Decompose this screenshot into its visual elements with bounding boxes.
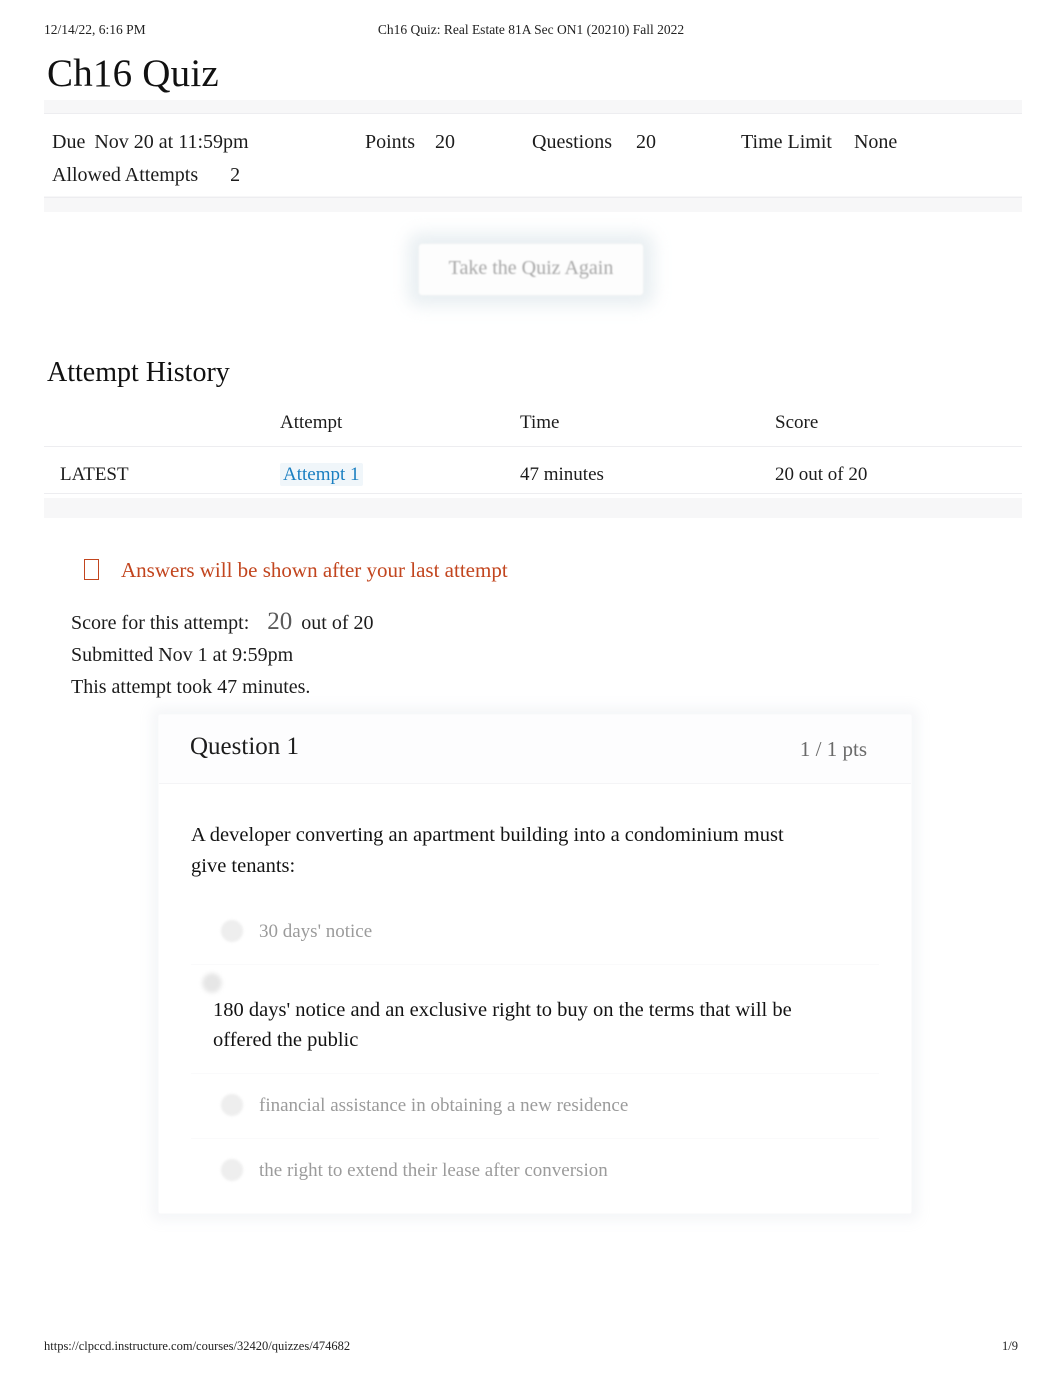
submitted-line: Submitted Nov 1 at 9:59pm — [71, 644, 294, 666]
due-label: Due — [52, 131, 86, 153]
quiz-results-page: 12/14/22, 6:16 PM Ch16 Quiz: Real Estate… — [0, 0, 1062, 1377]
answer-text: financial assistance in obtaining a new … — [259, 1095, 629, 1116]
header-rule-top — [44, 113, 1022, 114]
column-header-attempt: Attempt — [280, 412, 343, 433]
print-url: https://clpccd.instructure.com/courses/3… — [44, 1339, 351, 1353]
attempt-score: 20 out of 20 — [775, 464, 868, 485]
print-doc-title: Ch16 Quiz: Real Estate 81A Sec ON1 (2021… — [377, 22, 685, 37]
attempt-time: 47 minutes — [520, 464, 604, 485]
score-suffix: out of 20 — [301, 612, 374, 634]
answers-notice: Answers will be shown after your last at… — [84, 558, 508, 583]
questions-label: Questions — [532, 131, 612, 153]
question-card: Question 1 1 / 1 pts A developer convert… — [158, 714, 912, 1214]
points-value: 20 — [435, 131, 456, 153]
header-band-bottom — [44, 196, 1022, 212]
quiz-detail-due: Due Nov 20 at 11:59pm — [52, 126, 249, 159]
history-band-bottom — [44, 498, 1022, 518]
radio-icon[interactable] — [221, 1159, 243, 1181]
attempt-history-table: Attempt Time Score LATEST Attempt 1 47 m… — [44, 412, 1022, 504]
question-points: 1 / 1 pts — [799, 737, 867, 761]
question-text: A developer converting an apartment buil… — [191, 824, 784, 877]
warning-icon — [84, 559, 99, 580]
column-header-score: Score — [775, 412, 819, 433]
quiz-detail-questions: Questions 20 — [532, 126, 656, 159]
column-header-kept — [44, 412, 280, 446]
score-summary: Score for this attempt: 20 out of 20 Submi… — [71, 606, 374, 703]
history-rule-bottom — [44, 493, 1022, 494]
answer-option[interactable]: 30 days' notice — [191, 900, 879, 965]
take-quiz-again-button[interactable]: Take the Quiz Again — [417, 243, 645, 296]
question-number: Question 1 — [190, 733, 300, 760]
history-rule-top — [44, 446, 1022, 447]
print-footer: https://clpccd.instructure.com/courses/3… — [0, 1339, 1062, 1357]
print-page-number: 1/9 — [1002, 1339, 1018, 1353]
time-limit-value: None — [853, 131, 898, 153]
quiz-detail-allowed-attempts: Allowed Attempts 2 — [52, 159, 240, 192]
quiz-detail-points: Points 20 — [365, 126, 455, 159]
answer-option-selected[interactable]: 180 days' notice and an exclusive right … — [191, 965, 879, 1074]
quiz-detail-time-limit: Time Limit None — [741, 126, 897, 159]
answer-option[interactable]: financial assistance in obtaining a new … — [191, 1074, 879, 1139]
attempt-cell: Attempt 1 — [280, 446, 520, 504]
allowed-attempts-value: 2 — [230, 164, 241, 186]
answer-text: 30 days' notice — [259, 921, 373, 942]
print-header: 12/14/22, 6:16 PM Ch16 Quiz: Real Estate… — [0, 22, 1062, 42]
page-title: Ch16 Quiz — [47, 52, 219, 95]
answers-notice-text: Answers will be shown after your last at… — [121, 558, 508, 582]
attempt-history-heading: Attempt History — [47, 357, 230, 388]
questions-value: 20 — [636, 131, 656, 153]
points-label: Points — [365, 131, 416, 153]
answer-text: 180 days' notice and an exclusive right … — [213, 999, 792, 1051]
duration-line: This attempt took 47 minutes. — [71, 676, 311, 698]
score-line: Score for this attempt: 20 out of 20 — [71, 606, 374, 639]
answer-text: the right to extend their lease after co… — [259, 1160, 608, 1181]
allowed-attempts-label: Allowed Attempts — [52, 164, 199, 186]
retake-button-wrap: Take the Quiz Again — [0, 243, 1062, 296]
table-header-row: Attempt Time Score — [44, 412, 1022, 446]
attempt-kept-badge: LATEST — [60, 464, 129, 485]
radio-icon-selected[interactable] — [202, 973, 222, 993]
score-value: 20 — [267, 608, 293, 635]
column-header-time: Time — [520, 412, 560, 433]
attempt-link[interactable]: Attempt 1 — [280, 463, 363, 486]
time-limit-label: Time Limit — [741, 131, 832, 153]
radio-icon[interactable] — [221, 920, 243, 942]
table-row: LATEST Attempt 1 47 minutes 20 out of 20 — [44, 446, 1022, 504]
quiz-details: Due Nov 20 at 11:59pm Points 20 Questions 2… — [52, 126, 1012, 192]
score-label: Score for this attempt: — [71, 612, 250, 634]
header-rule-bottom — [44, 197, 1022, 198]
question-header: Question 1 1 / 1 pts — [159, 715, 911, 784]
answer-option[interactable]: the right to extend their lease after co… — [191, 1139, 879, 1203]
due-value: Nov 20 at 11:59pm — [94, 131, 249, 153]
radio-icon[interactable] — [221, 1094, 243, 1116]
header-band-top — [44, 100, 1022, 114]
answer-list: 30 days' notice 180 days' notice and an … — [191, 900, 879, 1203]
question-body: A developer converting an apartment buil… — [159, 784, 911, 1213]
